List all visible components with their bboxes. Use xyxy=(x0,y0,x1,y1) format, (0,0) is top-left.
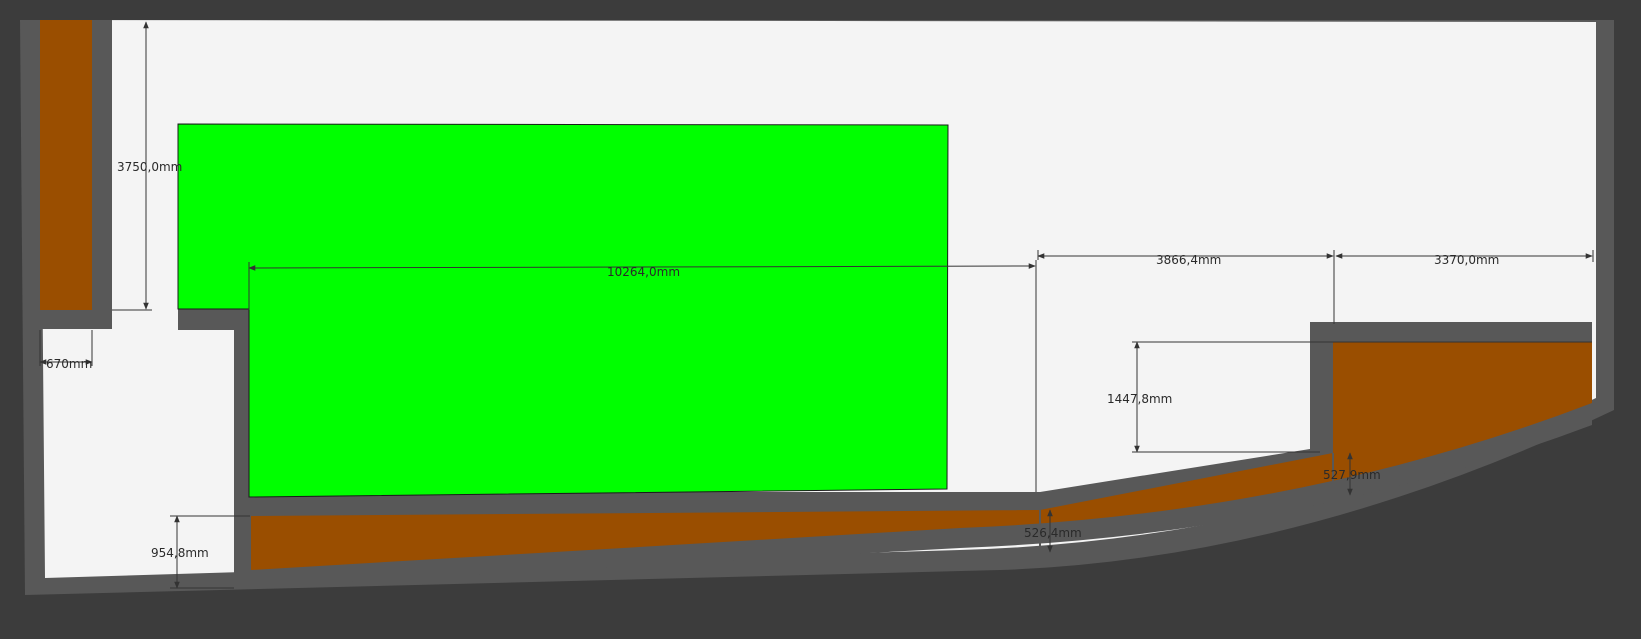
highlighted-block xyxy=(177,123,949,498)
dim-label-954: 954,8mm xyxy=(151,546,209,560)
dim-label-670: 670mm xyxy=(46,357,92,371)
dim-label-10264: 10264,0mm xyxy=(607,265,680,279)
dim-label-1447: 1447,8mm xyxy=(1107,392,1172,406)
hull-section-drawing: 3750,0mm 670mm 10264,0mm 3866,4mm 3370,0… xyxy=(20,20,1614,595)
dim-label-526: 526,4mm xyxy=(1024,526,1082,540)
left-tank xyxy=(40,20,92,310)
dim-label-3866: 3866,4mm xyxy=(1156,253,1221,267)
dim-label-3750: 3750,0mm xyxy=(117,160,182,174)
dim-label-527: 527,9mm xyxy=(1323,468,1381,482)
dim-label-3370: 3370,0mm xyxy=(1434,253,1499,267)
